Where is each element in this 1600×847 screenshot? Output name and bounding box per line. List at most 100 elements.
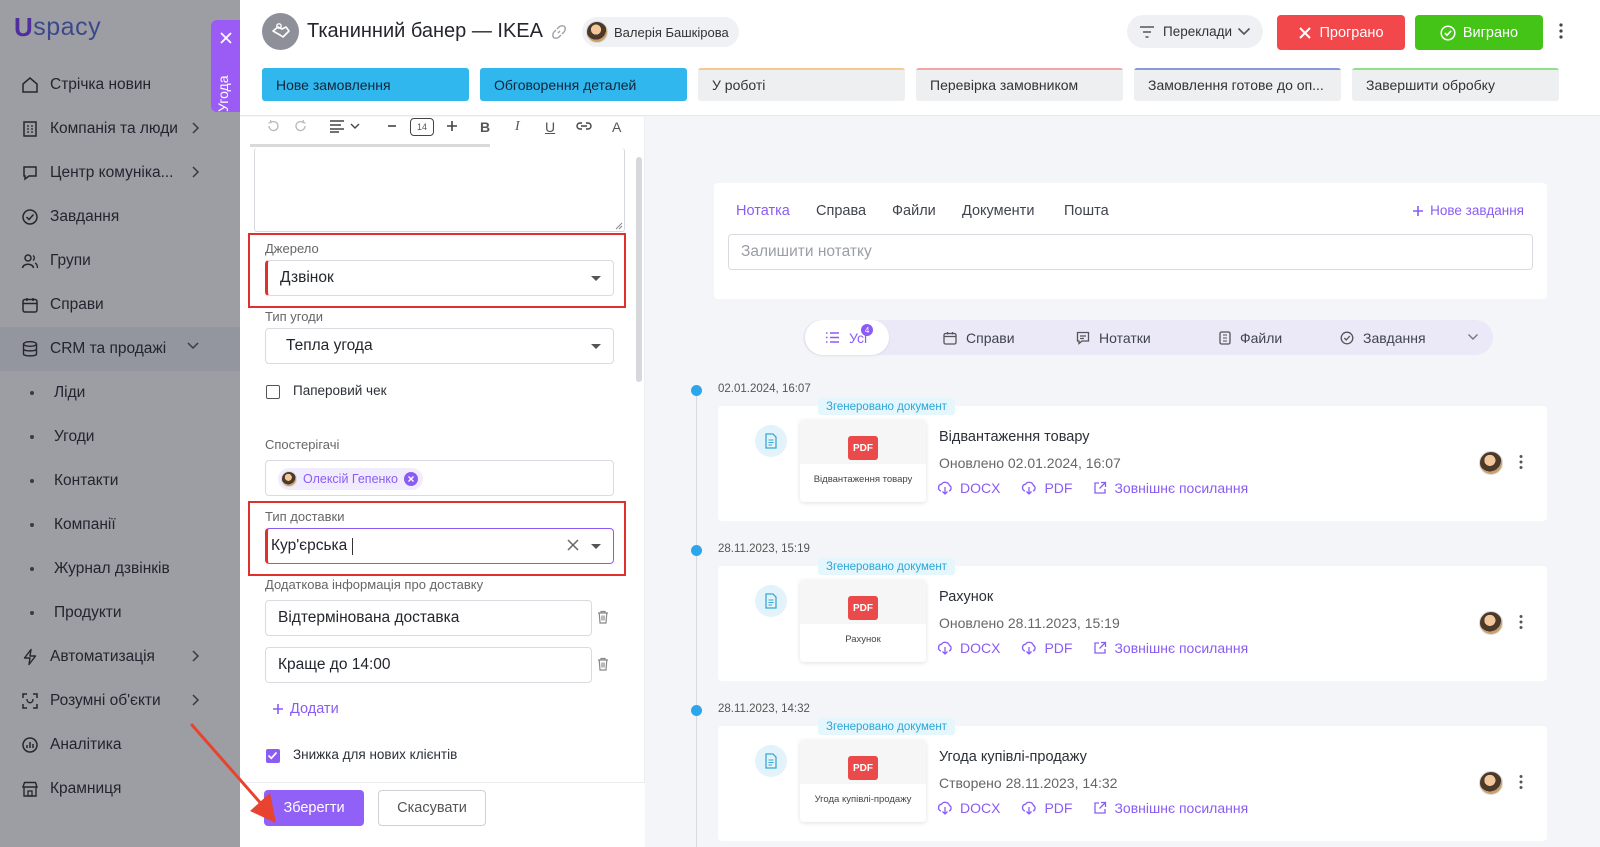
cancel-button[interactable]: Скасувати xyxy=(378,790,486,826)
sidebar-item-companies[interactable]: Компанії xyxy=(0,503,240,547)
document-card[interactable]: Згенеровано документ PDF Рахунок Рахунок… xyxy=(718,558,1547,681)
tab-files[interactable]: Файли xyxy=(892,203,936,219)
sidebar-item-leads[interactable]: Ліди xyxy=(0,371,240,415)
link-icon[interactable] xyxy=(576,121,592,131)
sidebar-item-call-log[interactable]: Журнал дзвінків xyxy=(0,547,240,591)
won-button[interactable]: Виграно xyxy=(1415,15,1543,50)
text-color-icon[interactable]: A xyxy=(612,119,621,135)
chevron-down-icon[interactable] xyxy=(1467,333,1479,341)
sidebar-item-communication[interactable]: Центр комуніка... xyxy=(0,151,240,195)
trash-icon[interactable] xyxy=(597,610,609,624)
document-thumbnail[interactable]: PDF Відвантаження товару xyxy=(800,420,926,502)
sidebar-item-analytics[interactable]: Аналітика xyxy=(0,723,240,767)
stage-discussion[interactable]: Обговорення деталей xyxy=(480,68,687,101)
delivery-info-input-2[interactable]: Краще до 14:00 xyxy=(265,647,592,683)
document-card[interactable]: Згенеровано документ PDF Відвантаження т… xyxy=(718,398,1547,521)
download-pdf-link[interactable]: PDF xyxy=(1021,640,1072,656)
owner-chip[interactable]: Валерія Башкірова xyxy=(582,17,739,47)
bold-icon[interactable]: B xyxy=(480,119,490,135)
download-docx-link[interactable]: DOCX xyxy=(937,480,1000,496)
sidebar-item-news-feed[interactable]: Стрічка новин xyxy=(0,63,240,107)
link-icon[interactable] xyxy=(551,24,567,40)
sidebar-item-affairs[interactable]: Справи xyxy=(0,283,240,327)
filter-all[interactable]: Усі 4 xyxy=(805,320,890,355)
tab-note[interactable]: Нотатка xyxy=(736,203,790,219)
external-link[interactable]: Зовнішнє посилання xyxy=(1093,800,1248,816)
undo-icon[interactable] xyxy=(266,119,280,133)
sidebar-item-products[interactable]: Продукти xyxy=(0,591,240,635)
decrease-font-icon[interactable] xyxy=(387,121,397,131)
deal-type-select[interactable]: Тепла угода xyxy=(265,328,614,364)
more-vertical-icon[interactable] xyxy=(1518,774,1524,790)
timeline-dot xyxy=(691,545,702,556)
filter-affairs[interactable]: Справи xyxy=(943,320,1015,355)
sidebar-item-company[interactable]: Компанія та люди xyxy=(0,107,240,151)
stage-label: Замовлення готове до оп... xyxy=(1148,76,1324,93)
download-pdf-link[interactable]: PDF xyxy=(1021,800,1072,816)
new-task-button[interactable]: Нове завдання xyxy=(1412,203,1524,218)
document-updated: Оновлено 28.11.2023, 15:19 xyxy=(939,615,1120,631)
won-label: Виграно xyxy=(1462,24,1519,41)
sidebar-item-tasks[interactable]: Завдання xyxy=(0,195,240,239)
font-size-field[interactable]: 14 xyxy=(410,118,434,136)
italic-icon[interactable]: I xyxy=(515,119,520,135)
underline-icon[interactable]: U xyxy=(545,119,555,135)
crm-database-icon xyxy=(20,339,40,359)
note-input[interactable]: Залишити нотатку xyxy=(728,234,1533,270)
sidebar-item-label: Компанії xyxy=(54,516,116,533)
delivery-info-input-1[interactable]: Відтермінована доставка xyxy=(265,600,592,636)
observers-field[interactable]: Олексій Гепенко xyxy=(265,460,614,496)
document-card[interactable]: Згенеровано документ PDF Угода купівлі-п… xyxy=(718,718,1547,841)
sidebar-item-contacts[interactable]: Контакти xyxy=(0,459,240,503)
discount-checkbox[interactable] xyxy=(266,749,280,763)
trash-icon[interactable] xyxy=(597,657,609,671)
download-docx-link[interactable]: DOCX xyxy=(937,640,1000,656)
stage-new-order[interactable]: Нове замовлення xyxy=(262,68,469,101)
tab-affair[interactable]: Справа xyxy=(816,203,866,219)
sidebar-item-groups[interactable]: Групи xyxy=(0,239,240,283)
sidebar-item-automation[interactable]: Автоматизація xyxy=(0,635,240,679)
download-pdf-link[interactable]: PDF xyxy=(1021,480,1072,496)
stage-customer-review[interactable]: Перевірка замовником xyxy=(916,68,1123,101)
more-vertical-icon[interactable] xyxy=(1558,22,1564,40)
lost-button[interactable]: Програно xyxy=(1277,15,1405,50)
download-cloud-icon xyxy=(937,481,953,495)
communication-icon xyxy=(20,163,40,183)
filter-files[interactable]: Файли xyxy=(1219,320,1282,355)
sidebar-item-deals[interactable]: Угоди xyxy=(0,415,240,459)
resize-grip-icon[interactable] xyxy=(615,222,623,230)
stage-finish[interactable]: Завершити обробку xyxy=(1352,68,1559,101)
external-link[interactable]: Зовнішнє посилання xyxy=(1093,480,1248,496)
save-button[interactable]: Зберегти xyxy=(264,790,364,826)
document-thumbnail[interactable]: PDF Угода купівлі-продажу xyxy=(800,740,926,822)
remove-tag-icon[interactable] xyxy=(404,472,418,486)
more-vertical-icon[interactable] xyxy=(1518,454,1524,470)
align-icon[interactable] xyxy=(329,119,363,133)
filter-tasks[interactable]: Завдання xyxy=(1340,320,1426,355)
increase-font-icon[interactable] xyxy=(446,120,458,132)
close-icon[interactable] xyxy=(219,31,233,45)
observer-tag[interactable]: Олексій Гепенко xyxy=(278,468,423,490)
filter-notes[interactable]: Нотатки xyxy=(1076,320,1151,355)
add-delivery-info-button[interactable]: Додати xyxy=(272,701,339,717)
more-vertical-icon[interactable] xyxy=(1518,614,1524,630)
translations-label: Переклади xyxy=(1163,24,1233,39)
chevron-right-icon xyxy=(190,165,200,179)
redo-icon[interactable] xyxy=(294,119,308,133)
form-scrollbar[interactable] xyxy=(636,157,642,382)
sidebar-item-store[interactable]: Крамниця xyxy=(0,767,240,811)
tab-mail[interactable]: Пошта xyxy=(1064,203,1109,219)
sidebar-item-smart-objects[interactable]: Розумні об'єкти xyxy=(0,679,240,723)
stage-in-progress[interactable]: У роботі xyxy=(698,68,905,101)
translations-dropdown[interactable]: Переклади xyxy=(1127,15,1263,48)
description-textarea[interactable] xyxy=(254,148,625,232)
link-label: PDF xyxy=(1044,480,1073,496)
external-link[interactable]: Зовнішнє посилання xyxy=(1093,640,1248,656)
stage-order-ready[interactable]: Замовлення готове до оп... xyxy=(1134,68,1341,101)
paper-check-checkbox[interactable] xyxy=(266,385,280,399)
download-docx-link[interactable]: DOCX xyxy=(937,800,1000,816)
deal-side-tab[interactable]: Угода xyxy=(211,20,241,112)
document-thumbnail[interactable]: PDF Рахунок xyxy=(800,580,926,662)
tab-documents[interactable]: Документи xyxy=(962,203,1034,219)
sidebar-item-crm[interactable]: CRM та продажі xyxy=(0,327,240,371)
